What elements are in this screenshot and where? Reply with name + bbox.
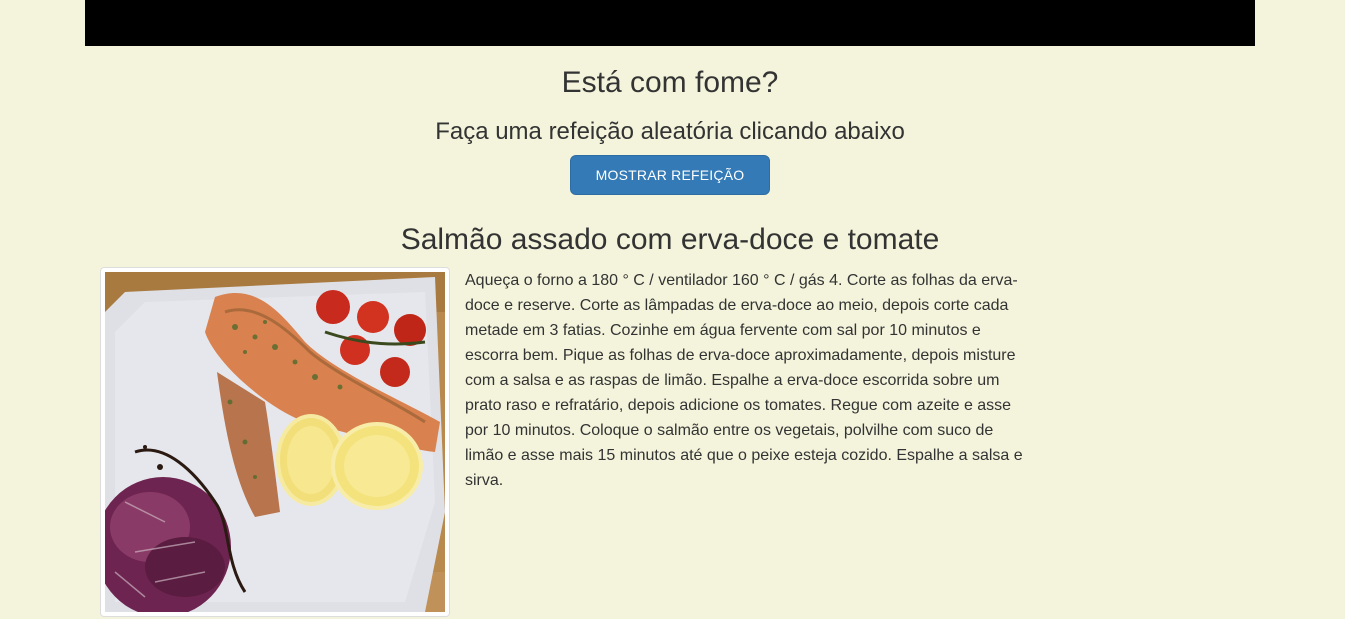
page-subtitle: Faça uma refeição aleatória clicando aba… (435, 118, 905, 145)
salmon-dish-photo-icon (105, 272, 445, 612)
meal-title: Salmão assado com erva-doce e tomate (400, 223, 940, 256)
top-navbar (85, 0, 1255, 46)
show-meal-button[interactable]: MOSTRAR REFEIÇÃO (570, 155, 770, 195)
meal-instructions: Aqueça o forno a 180 ° C / ventilador 16… (465, 272, 1023, 489)
meal-image (100, 267, 450, 617)
page-title: Está com fome? (561, 66, 779, 99)
